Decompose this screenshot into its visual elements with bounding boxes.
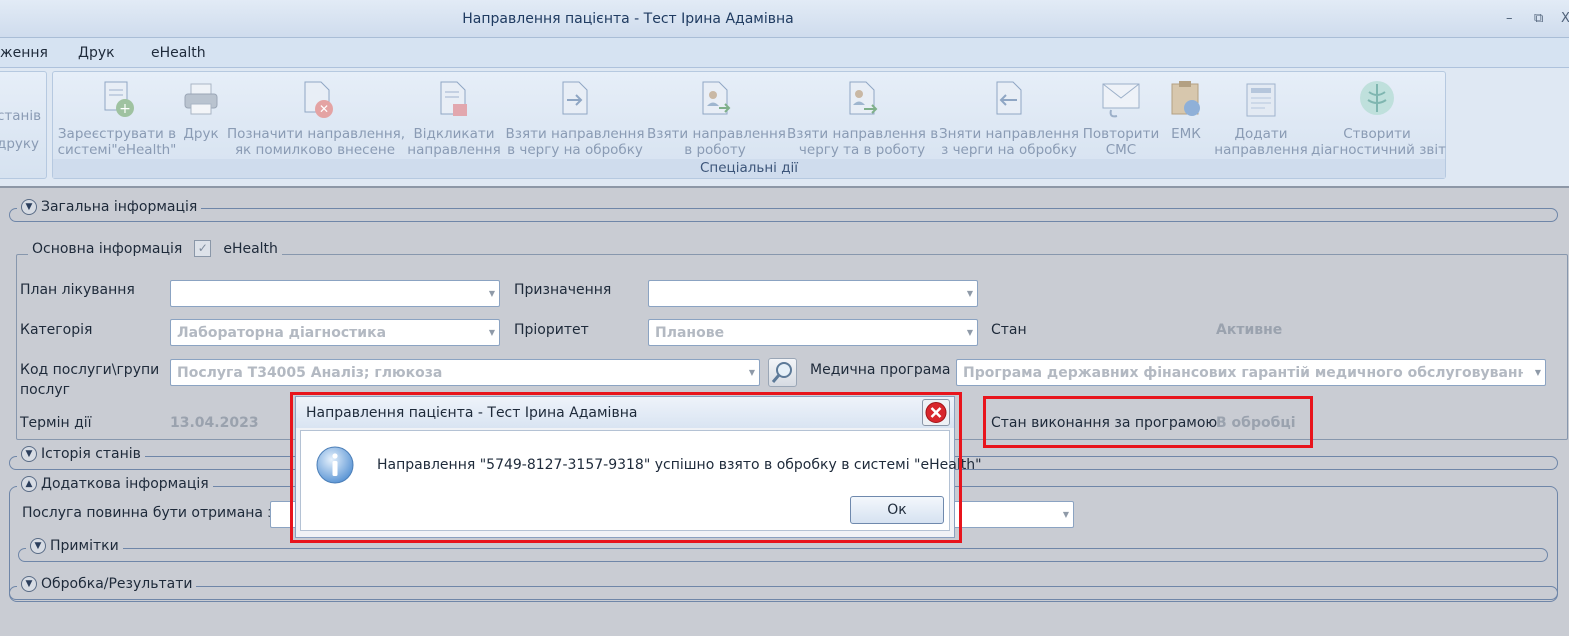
additional-info-header[interactable]: ▲ Додаткова інформація xyxy=(17,476,213,492)
repeat-sms-label: Повторити СМС xyxy=(1082,126,1160,158)
chevron-down-icon[interactable]: ▼ xyxy=(21,199,37,215)
take-work-icon xyxy=(702,81,731,115)
category-label: Категорія xyxy=(20,322,93,338)
add-referral-icon xyxy=(1246,83,1276,117)
med-program-label: Медична програма xyxy=(810,362,951,378)
priority-value: Планове xyxy=(655,325,725,341)
general-info-section xyxy=(9,208,1558,222)
state-value: Активне xyxy=(1216,322,1283,338)
notes-header[interactable]: ▼ Примітки xyxy=(26,538,123,554)
treatment-plan-combo[interactable]: ▼ xyxy=(170,280,500,307)
ribbon-partial-button[interactable]: станів друку xyxy=(0,108,43,152)
svg-text:✕: ✕ xyxy=(319,102,329,116)
notes-title: Примітки xyxy=(50,538,119,554)
basic-info-title: Основна інформація xyxy=(32,240,183,257)
diagnostic-report-icon xyxy=(1360,81,1394,115)
menu-item-print[interactable]: Друк xyxy=(78,45,115,61)
search-icon xyxy=(771,362,792,383)
service-code-label: Код послуги\групи xyxy=(20,362,160,378)
emk-label: ЕМК xyxy=(1171,126,1201,142)
chevron-down-icon[interactable]: ▼ xyxy=(21,446,37,462)
term-label: Термін дії xyxy=(20,415,92,431)
purpose-combo[interactable]: ▼ xyxy=(648,280,978,307)
service-code-combo[interactable]: Послуга Т34005 Аналіз; глюкоза ▼ xyxy=(170,359,760,386)
chevron-down-icon[interactable]: ▼ xyxy=(30,538,46,554)
additional-info-title: Додаткова інформація xyxy=(41,476,209,492)
purpose-label: Призначення xyxy=(514,282,612,298)
mark-error-icon: ✕ xyxy=(304,81,333,118)
med-program-value: Програма державних фінансових гарантій м… xyxy=(963,365,1523,381)
processing-title: Обробка/Результати xyxy=(41,576,193,592)
program-state-highlight xyxy=(983,396,1313,448)
ribbon-group-special: + Зареєструвати в системі"eHealth" Друк … xyxy=(52,71,1446,179)
chevron-down-icon: ▼ xyxy=(1062,510,1069,519)
service-code-value: Послуга Т34005 Аналіз; глюкоза xyxy=(177,365,443,381)
menu-bar: ження Друк eHealth xyxy=(0,38,1569,68)
basic-info-header: Основна інформація ✓ eHealth xyxy=(28,240,282,257)
create-diagnostic-report-label: Створити діагностичний звіт xyxy=(1311,126,1446,158)
general-info-header[interactable]: ▼ Загальна інформація xyxy=(17,199,202,215)
ribbon-partial-label-2: друку xyxy=(0,136,40,152)
med-program-combo[interactable]: Програма державних фінансових гарантій м… xyxy=(956,359,1546,386)
print-label: Друк xyxy=(183,126,219,142)
minimize-button[interactable]: – xyxy=(1506,11,1513,26)
ribbon: станів друку + Зареєструвати в системі"e… xyxy=(0,68,1569,186)
remove-queue-icon xyxy=(996,81,1022,115)
category-combo[interactable]: Лабораторна діагностика ▼ xyxy=(170,319,500,346)
processing-section xyxy=(9,586,1558,600)
state-label: Стан xyxy=(991,322,1027,338)
dialog-highlight xyxy=(290,392,962,543)
history-header[interactable]: ▼ Історія станів xyxy=(17,446,145,462)
title-bar: Направлення пацієнта - Тест Ірина Адамів… xyxy=(0,0,1569,38)
category-value: Лабораторна діагностика xyxy=(177,325,387,341)
priority-combo[interactable]: Планове ▼ xyxy=(648,319,978,346)
ehealth-checkbox[interactable]: ✓ xyxy=(194,240,212,257)
notes-section xyxy=(18,548,1548,562)
processing-header[interactable]: ▼ Обробка/Результати xyxy=(17,576,197,592)
svg-text:+: + xyxy=(119,101,131,117)
recall-label: Відкликати направлення xyxy=(407,126,501,158)
queue-label: Взяти направлення в чергу на обробку xyxy=(505,126,645,158)
restore-button[interactable]: ⧉ xyxy=(1534,11,1543,26)
menu-item-partial[interactable]: ження xyxy=(0,45,48,61)
ribbon-group-label: Спеціальні дії xyxy=(53,159,1445,178)
ribbon-group-partial: станів друку xyxy=(0,71,47,179)
service-code-label-2: послуг xyxy=(20,382,71,398)
term-value: 13.04.2023 xyxy=(170,415,259,431)
ehealth-label: eHealth xyxy=(223,240,278,257)
window-title: Направлення пацієнта - Тест Ірина Адамів… xyxy=(462,11,794,27)
close-window-button[interactable]: X xyxy=(1561,11,1569,26)
add-referral-label: Додати направлення xyxy=(1214,126,1308,158)
remove-queue-label: Зняти направлення з черги на обробку xyxy=(939,126,1079,158)
ribbon-partial-label-1: станів xyxy=(0,108,42,124)
priority-label: Пріоритет xyxy=(514,322,589,338)
register-ehealth-label: Зареєструвати в системі"eHealth" xyxy=(57,126,177,158)
queue-work-icon xyxy=(849,81,878,115)
chevron-up-icon[interactable]: ▲ xyxy=(21,476,37,492)
register-doc-icon: + xyxy=(104,81,134,117)
sms-icon xyxy=(1102,83,1140,118)
chevron-down-icon: ▼ xyxy=(488,328,495,337)
chevron-down-icon[interactable]: ▼ xyxy=(21,576,37,592)
menu-item-ehealth[interactable]: eHealth xyxy=(151,45,206,61)
history-title: Історія станів xyxy=(41,446,141,462)
queue-doc-icon xyxy=(562,81,588,115)
queue-work-label: Взяти направлення в чергу та в роботу xyxy=(787,126,939,158)
chevron-down-icon: ▼ xyxy=(966,328,973,337)
emk-icon xyxy=(1171,81,1200,116)
service-search-button[interactable] xyxy=(768,358,797,387)
chevron-down-icon: ▼ xyxy=(966,289,973,298)
treatment-plan-label: План лікування xyxy=(20,282,135,298)
chevron-down-icon: ▼ xyxy=(488,289,495,298)
chevron-down-icon: ▼ xyxy=(748,368,755,377)
service-received-label: Послуга повинна бути отримана з xyxy=(22,505,275,521)
mark-error-label: Позначити направлення, як помилково внес… xyxy=(227,126,406,158)
take-work-label: Взяти направлення в роботу xyxy=(647,126,786,158)
printer-icon xyxy=(184,83,218,115)
recall-doc-icon xyxy=(440,81,467,116)
chevron-down-icon: ▼ xyxy=(1534,368,1541,377)
general-info-title: Загальна інформація xyxy=(41,199,198,215)
